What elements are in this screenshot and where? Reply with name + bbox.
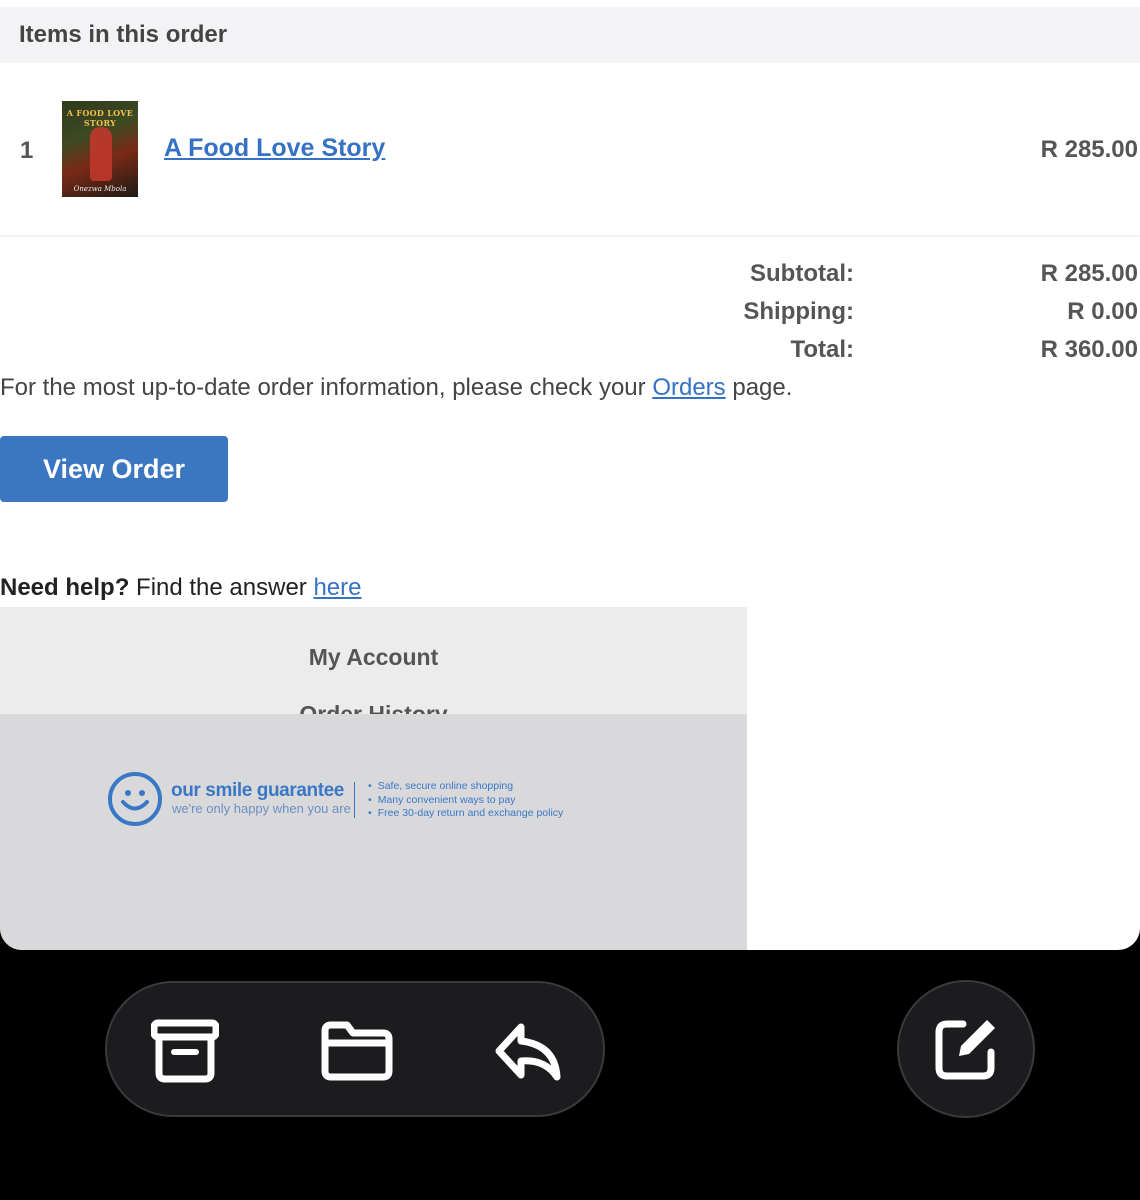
guarantee-point: Many convenient ways to pay: [368, 794, 563, 808]
order-info-text: For the most up-to-date order informatio…: [0, 374, 792, 402]
total-row: Total: R 360.00: [0, 332, 1140, 370]
help-text-body: Find the answer: [129, 574, 314, 601]
folder-icon[interactable]: [307, 983, 407, 1119]
info-text-before: For the most up-to-date order informatio…: [0, 374, 653, 401]
item-quantity: 1: [20, 137, 34, 164]
book-cover-thumbnail[interactable]: A FOOD LOVE STORY Onezwa Mbola: [62, 101, 138, 197]
help-strong: Need help?: [0, 574, 130, 601]
cover-author: Onezwa Mbola: [73, 185, 127, 193]
shipping-value: R 0.00: [1067, 298, 1138, 325]
smile-guarantee-banner: our smile guarantee we're only happy whe…: [0, 714, 747, 950]
guarantee-point: Safe, secure online shopping: [368, 780, 563, 794]
orders-link[interactable]: Orders: [652, 374, 725, 401]
items-section-header: Items in this order: [0, 7, 1140, 63]
guarantee-subtitle: we're only happy when you are: [172, 801, 351, 816]
item-price: R 285.00: [1040, 136, 1138, 163]
cover-figure: [90, 127, 112, 181]
subtotal-label: Subtotal:: [750, 260, 854, 287]
footer-nav: My Account Order History: [0, 607, 747, 717]
cover-title: A FOOD LOVE STORY: [66, 108, 134, 128]
item-title-link[interactable]: A Food Love Story: [164, 134, 385, 163]
email-body: Items in this order 1 A FOOD LOVE STORY …: [0, 0, 1140, 950]
reply-icon[interactable]: [479, 983, 579, 1119]
guarantee-separator: [354, 782, 355, 818]
subtotal-row: Subtotal: R 285.00: [0, 256, 1140, 294]
total-label: Total:: [790, 336, 854, 363]
help-text: Need help? Find the answer here: [0, 574, 362, 602]
guarantee-title: our smile guarantee: [171, 780, 344, 801]
divider: [0, 235, 1140, 237]
subtotal-value: R 285.00: [1040, 260, 1138, 287]
smile-icon: [108, 772, 162, 826]
total-value: R 360.00: [1040, 336, 1138, 363]
guarantee-point: Free 30-day return and exchange policy: [368, 807, 564, 821]
guarantee-points: Safe, secure online shopping Many conven…: [368, 780, 564, 821]
shipping-row: Shipping: R 0.00: [0, 294, 1140, 332]
mail-action-toolbar: [105, 981, 605, 1117]
help-here-link[interactable]: here: [313, 574, 361, 601]
view-order-button[interactable]: View Order: [0, 436, 228, 502]
nav-my-account[interactable]: My Account: [0, 644, 747, 671]
compose-icon: [935, 1020, 995, 1080]
shipping-label: Shipping:: [743, 298, 854, 325]
info-text-after: page.: [725, 374, 793, 401]
archive-icon[interactable]: [135, 983, 235, 1119]
order-item-row: 1 A FOOD LOVE STORY Onezwa Mbola A Food …: [0, 100, 1140, 200]
compose-button[interactable]: [897, 980, 1035, 1118]
order-totals: Subtotal: R 285.00 Shipping: R 0.00 Tota…: [0, 256, 1140, 370]
